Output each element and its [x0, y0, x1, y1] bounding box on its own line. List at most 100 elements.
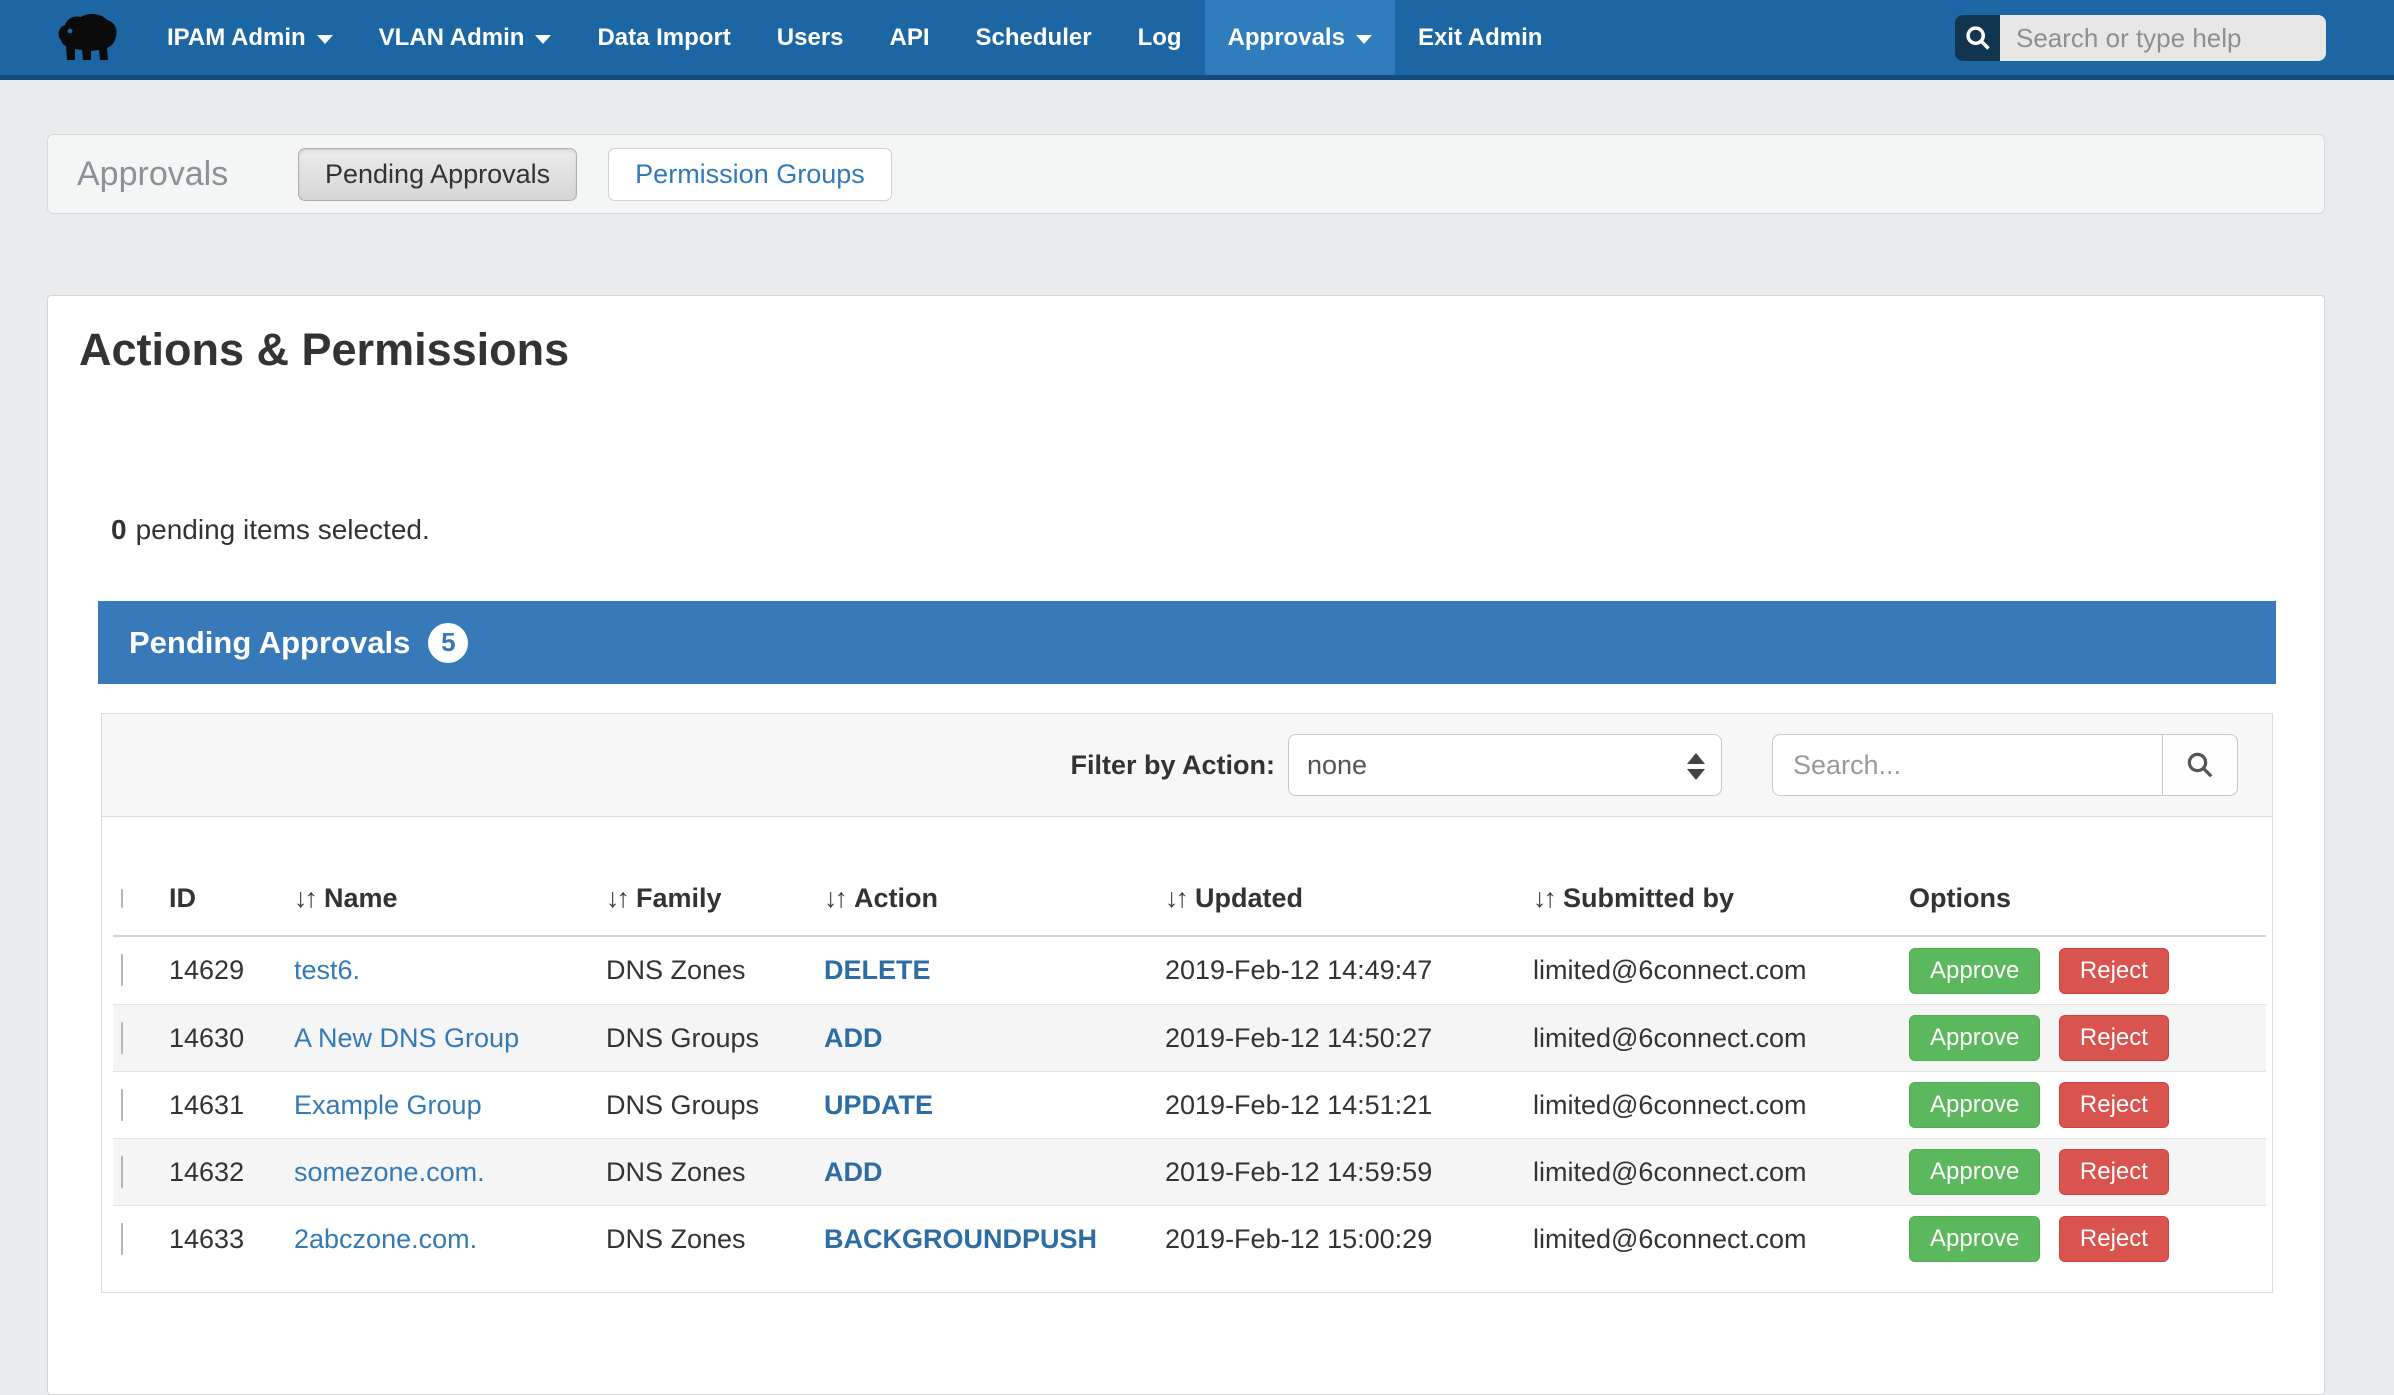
row-checkbox[interactable]	[121, 1223, 123, 1255]
magnifier-glyph	[1964, 24, 1992, 52]
caret-down-icon	[535, 35, 551, 44]
column-header-label: Updated	[1195, 883, 1303, 914]
row-submitted-by: limited@6connect.com	[1533, 1224, 1909, 1255]
row-submitted-by: limited@6connect.com	[1533, 1090, 1909, 1121]
nav-item[interactable]: IPAM Admin	[144, 0, 356, 75]
row-family: DNS Groups	[606, 1023, 824, 1054]
row-submitted-by: limited@6connect.com	[1533, 1157, 1909, 1188]
app-logo[interactable]	[55, 0, 119, 75]
approve-button[interactable]: Approve	[1909, 1015, 2040, 1061]
row-action: ADD	[824, 1023, 1165, 1054]
row-name-link[interactable]: Example Group	[294, 1090, 482, 1120]
sort-icon: ↓↑	[1165, 883, 1186, 914]
reject-button[interactable]: Reject	[2059, 1216, 2169, 1262]
row-updated: 2019-Feb-12 14:50:27	[1165, 1023, 1533, 1054]
table-row: 14632 somezone.com. DNS Zones ADD 2019-F…	[113, 1138, 2266, 1205]
reject-button[interactable]: Reject	[2059, 1015, 2169, 1061]
select-arrows-icon	[1687, 735, 1705, 797]
column-header-label: Name	[324, 883, 398, 914]
row-checkbox[interactable]	[121, 1089, 123, 1121]
action-filter-select[interactable]: none	[1288, 734, 1722, 796]
sort-icon: ↓↑	[1533, 883, 1554, 914]
column-header[interactable]: ↓↑ Submitted by	[1533, 883, 1909, 914]
approvals-table-container: Filter by Action: none	[101, 713, 2273, 1293]
column-header: ID	[169, 883, 294, 914]
main-panel: Actions & Permissions 0 pending items sel…	[47, 295, 2325, 1395]
nav-item-label: VLAN Admin	[379, 24, 525, 52]
table-header-row: ID ↓↑ Name ↓↑ Family ↓↑ Action	[113, 862, 2266, 937]
nav-item-label: Exit Admin	[1418, 24, 1542, 52]
section-heading: Actions & Permissions	[79, 324, 569, 376]
selected-filter-value: none	[1307, 750, 1367, 781]
nav-item-label: API	[890, 24, 930, 52]
column-header-label: ID	[169, 883, 196, 914]
sort-icon: ↓↑	[294, 883, 315, 914]
column-header-label: Submitted by	[1563, 883, 1734, 914]
row-name-link[interactable]: somezone.com.	[294, 1157, 485, 1187]
row-name-link[interactable]: A New DNS Group	[294, 1023, 519, 1053]
row-checkbox[interactable]	[121, 1156, 123, 1188]
nav-item-label: Data Import	[597, 24, 730, 52]
row-name-link[interactable]: 2abczone.com.	[294, 1224, 477, 1254]
nav-item[interactable]: Data Import	[574, 0, 753, 75]
row-family: DNS Zones	[606, 1157, 824, 1188]
row-id: 14632	[169, 1157, 294, 1188]
nav-item[interactable]: Log	[1115, 0, 1205, 75]
row-checkbox[interactable]	[121, 954, 123, 986]
column-header[interactable]: ↓↑ Updated	[1165, 883, 1533, 914]
top-navbar: IPAM Admin VLAN Admin Data Import Users …	[0, 0, 2394, 80]
column-header[interactable]: ↓↑ Action	[824, 883, 1165, 914]
select-all-checkbox[interactable]	[121, 889, 123, 908]
reject-button[interactable]: Reject	[2059, 1149, 2169, 1195]
selected-summary: 0 pending items selected.	[111, 514, 430, 546]
approve-button[interactable]: Approve	[1909, 1082, 2040, 1128]
row-id: 14630	[169, 1023, 294, 1054]
pending-approvals-header: Pending Approvals 5	[98, 601, 2276, 684]
table-search-button[interactable]	[2162, 734, 2238, 796]
row-options: Approve Reject	[1909, 948, 2266, 994]
page-title: Approvals	[77, 155, 298, 194]
filter-row: Filter by Action: none	[102, 714, 2272, 817]
help-search-input[interactable]	[2000, 15, 2326, 61]
approve-button[interactable]: Approve	[1909, 1216, 2040, 1262]
nav-item[interactable]: Scheduler	[953, 0, 1115, 75]
selected-text: pending items selected.	[136, 514, 430, 545]
row-options: Approve Reject	[1909, 1149, 2266, 1195]
reject-button[interactable]: Reject	[2059, 948, 2169, 994]
nav-item[interactable]: API	[867, 0, 953, 75]
row-options: Approve Reject	[1909, 1216, 2266, 1262]
sort-icon: ↓↑	[824, 883, 845, 914]
column-header-label: Options	[1909, 883, 2011, 914]
nav-item-label: Scheduler	[976, 24, 1092, 52]
search-icon[interactable]	[1955, 15, 2000, 61]
tab[interactable]: Pending Approvals	[298, 148, 577, 201]
nav-item-label: Approvals	[1228, 24, 1345, 52]
table-search-input[interactable]	[1772, 734, 2162, 796]
row-name-link[interactable]: test6.	[294, 955, 360, 985]
reject-button[interactable]: Reject	[2059, 1082, 2169, 1128]
row-updated: 2019-Feb-12 14:49:47	[1165, 955, 1533, 986]
row-submitted-by: limited@6connect.com	[1533, 1023, 1909, 1054]
nav-item-label: Users	[777, 24, 844, 52]
nav-item[interactable]: Users	[754, 0, 867, 75]
row-updated: 2019-Feb-12 15:00:29	[1165, 1224, 1533, 1255]
approve-button[interactable]: Approve	[1909, 1149, 2040, 1195]
row-checkbox[interactable]	[121, 1022, 123, 1054]
nav-item[interactable]: VLAN Admin	[356, 0, 575, 75]
column-header[interactable]: ↓↑ Name	[294, 883, 606, 914]
table-row: 14633 2abczone.com. DNS Zones BACKGROUND…	[113, 1205, 2266, 1272]
nav-item-label: Log	[1138, 24, 1182, 52]
nav-item[interactable]: Exit Admin	[1395, 0, 1565, 75]
caret-down-icon	[1356, 35, 1372, 44]
filter-label: Filter by Action:	[1070, 750, 1275, 781]
row-id: 14629	[169, 955, 294, 986]
nav-item[interactable]: Approvals	[1205, 0, 1395, 75]
tab[interactable]: Permission Groups	[608, 148, 892, 201]
column-header-label: Action	[854, 883, 938, 914]
page-header-bar: Approvals Pending Approvals Permission G…	[47, 134, 2325, 214]
row-updated: 2019-Feb-12 14:51:21	[1165, 1090, 1533, 1121]
approve-button[interactable]: Approve	[1909, 948, 2040, 994]
column-header[interactable]: ↓↑ Family	[606, 883, 824, 914]
row-options: Approve Reject	[1909, 1082, 2266, 1128]
selected-count: 0	[111, 514, 127, 545]
